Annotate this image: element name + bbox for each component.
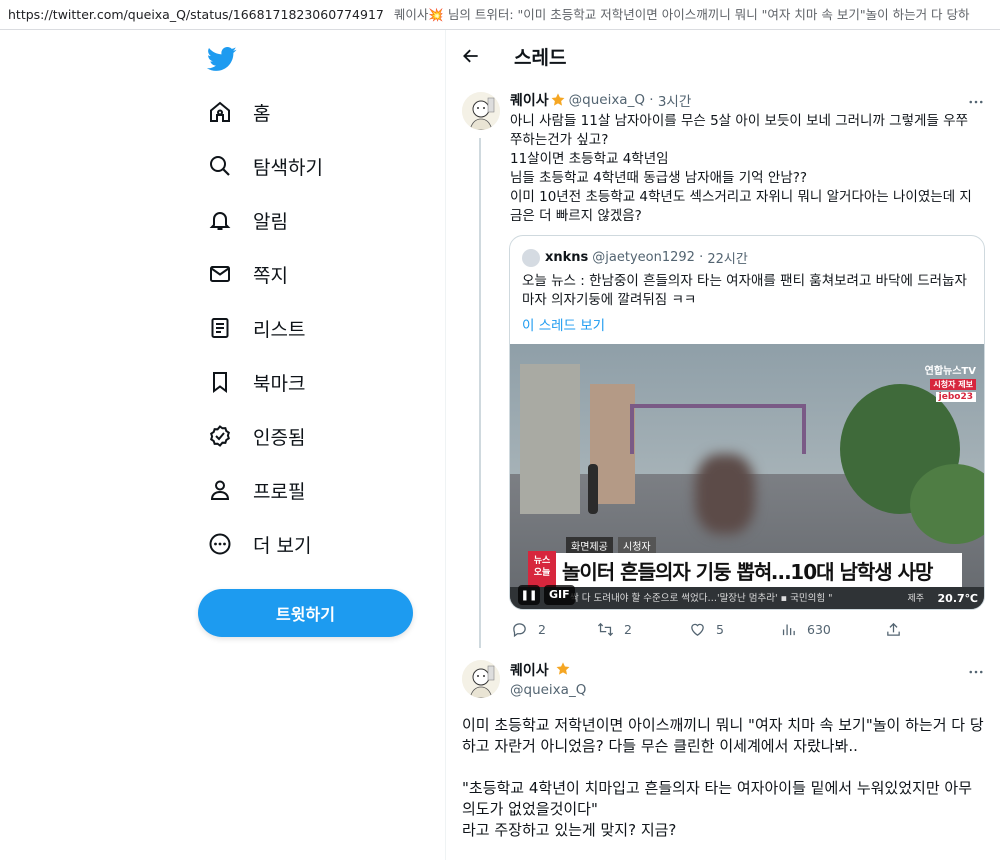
views-count: 630 bbox=[807, 621, 831, 637]
video-channel-sub: 시청자 제보 bbox=[930, 379, 976, 390]
tweet-text: 이미 초등학교 저학년이면 아이스깨끼니 뭐니 "여자 치마 속 보기"놀이 하… bbox=[462, 716, 984, 839]
video-channel-logo: 연합뉴스TV 시청자 제보 jebo23 bbox=[925, 362, 976, 402]
video-headline: 놀이터 흔들의자 기둥 뽑혀…10대 남학생 사망 bbox=[562, 559, 933, 584]
video-news-badge: 뉴스 오늘 bbox=[528, 551, 556, 587]
analytics-icon bbox=[779, 620, 797, 638]
sidebar-item-home[interactable]: 홈 bbox=[196, 89, 270, 135]
sidebar-item-messages[interactable]: 쪽지 bbox=[196, 251, 288, 297]
video-controls: ❚❚ GIF bbox=[518, 585, 575, 605]
sidebar-item-label: 인증됨 bbox=[253, 426, 306, 449]
gif-badge: GIF bbox=[544, 585, 575, 605]
sidebar-item-bookmarks[interactable]: 북마크 bbox=[196, 359, 305, 405]
video-weather-place: 제주 bbox=[907, 594, 924, 604]
more-options-icon[interactable] bbox=[966, 662, 986, 682]
sidebar-item-label: 북마크 bbox=[253, 372, 306, 395]
author-handle[interactable]: @queixa_Q bbox=[569, 92, 645, 108]
author-name[interactable]: 퀘이사 bbox=[510, 663, 549, 679]
sidebar-item-more[interactable]: 더 보기 bbox=[196, 521, 311, 567]
avatar[interactable] bbox=[462, 660, 500, 698]
show-thread-link[interactable]: 이 스레드 보기 bbox=[522, 314, 605, 334]
reply-icon bbox=[510, 620, 528, 638]
quoted-avatar bbox=[522, 248, 540, 267]
meta-separator: · bbox=[694, 250, 708, 265]
video-headline-banner: 놀이터 흔들의자 기둥 뽑혀…10대 남학생 사망 bbox=[532, 553, 962, 587]
quoted-tweet-time: 22시간 bbox=[707, 252, 748, 267]
heart-icon bbox=[688, 620, 706, 638]
page-title: 퀘이사💥 님의 트위터: "이미 초등학교 저학년이면 아이스깨끼니 뭐니 "여… bbox=[393, 7, 970, 22]
video-frame-swing bbox=[630, 404, 806, 454]
video-player[interactable]: 연합뉴스TV 시청자 제보 jebo23 화면제공 시청자 놀이터 흔들의자 기… bbox=[510, 344, 984, 609]
like-count: 5 bbox=[716, 621, 724, 637]
video-credit-label: 화면제공 bbox=[566, 537, 613, 554]
twitter-logo-icon[interactable] bbox=[206, 44, 237, 74]
list-icon bbox=[207, 315, 233, 341]
star-badge-icon bbox=[550, 92, 566, 108]
video-frame-building bbox=[520, 364, 580, 514]
sidebar-item-notifications[interactable]: 알림 bbox=[196, 197, 288, 243]
quoted-author-handle: @jaetyeon1292 bbox=[592, 250, 695, 265]
back-arrow-icon[interactable] bbox=[460, 45, 482, 67]
tweet-header: 퀘이사 @queixa_Q · 3시간 bbox=[510, 90, 691, 110]
mail-icon bbox=[207, 261, 233, 287]
quoted-tweet-header: xnkns @jaetyeon1292 · 22시간 bbox=[522, 248, 748, 267]
person-icon bbox=[207, 477, 233, 503]
tweet-actions: 2 2 5 630 bbox=[510, 620, 910, 642]
sidebar-item-label: 리스트 bbox=[253, 318, 306, 341]
avatar[interactable] bbox=[462, 92, 500, 130]
address-url[interactable]: https://twitter.com/queixa_Q/status/1668… bbox=[8, 7, 384, 22]
author-handle[interactable]: @queixa_Q bbox=[510, 682, 586, 698]
sidebar-item-profile[interactable]: 프로필 bbox=[196, 467, 305, 513]
header-title: 스레드 bbox=[514, 46, 567, 69]
retweet-icon bbox=[596, 620, 614, 638]
sidebar-item-explore[interactable]: 탐색하기 bbox=[196, 143, 323, 189]
browser-titlebar: https://twitter.com/queixa_Q/status/1668… bbox=[0, 0, 1000, 30]
video-weather-temp: 20.7℃ bbox=[937, 592, 978, 605]
sidebar-item-label: 더 보기 bbox=[253, 534, 312, 557]
more-options-icon[interactable] bbox=[966, 92, 986, 112]
sidebar-item-verified[interactable]: 인증됨 bbox=[196, 413, 305, 459]
reply-button[interactable]: 2 bbox=[510, 620, 546, 638]
thread-connector-line bbox=[479, 138, 481, 648]
verified-icon bbox=[207, 423, 233, 449]
video-credit-source: 시청자 bbox=[618, 537, 656, 554]
share-icon bbox=[884, 620, 902, 638]
search-icon bbox=[207, 153, 233, 179]
thread-header: 스레드 bbox=[446, 30, 1000, 82]
quoted-tweet[interactable]: xnkns @jaetyeon1292 · 22시간 오늘 뉴스 : 한남중이 … bbox=[509, 235, 985, 610]
retweet-count: 2 bbox=[624, 621, 632, 637]
sidebar-item-label: 쪽지 bbox=[253, 264, 288, 287]
quoted-tweet-text: 오늘 뉴스 : 한남중이 흔들의자 타는 여자애를 팬티 훔쳐보려고 바닥에 드… bbox=[522, 273, 967, 308]
views-button[interactable]: 630 bbox=[779, 620, 831, 638]
sidebar-item-label: 홈 bbox=[253, 102, 271, 125]
bookmark-icon bbox=[207, 369, 233, 395]
video-jebo-tag: jebo23 bbox=[935, 392, 976, 402]
sidebar-item-label: 프로필 bbox=[253, 480, 306, 503]
tweet-button[interactable]: 트윗하기 bbox=[198, 589, 413, 637]
home-icon bbox=[207, 99, 233, 125]
pause-icon[interactable]: ❚❚ bbox=[518, 585, 540, 605]
video-frame-blur bbox=[695, 454, 755, 534]
sidebar-item-lists[interactable]: 리스트 bbox=[196, 305, 305, 351]
sidebar-item-label: 탐색하기 bbox=[253, 156, 323, 179]
share-button[interactable] bbox=[884, 620, 912, 638]
thread-column: 스레드 퀘이사 @queixa_Q · 3시간 아니 사람들 11살 남자아이를… bbox=[445, 30, 1000, 860]
author-name[interactable]: 퀘이사 bbox=[510, 90, 549, 110]
star-badge-icon bbox=[555, 661, 571, 677]
like-button[interactable]: 5 bbox=[688, 620, 724, 638]
tweet-time[interactable]: 3시간 bbox=[658, 90, 691, 110]
sidebar-item-label: 알림 bbox=[253, 210, 288, 233]
retweet-button[interactable]: 2 bbox=[596, 620, 632, 638]
reply-count: 2 bbox=[538, 621, 546, 637]
bell-icon bbox=[207, 207, 233, 233]
video-channel-name: 연합뉴스TV bbox=[924, 366, 976, 377]
meta-separator: · bbox=[644, 92, 658, 108]
tweet-text: 아니 사람들 11살 남자아이를 무슨 5살 아이 보듯이 보네 그러니까 그렇… bbox=[510, 113, 972, 224]
video-frame-person bbox=[588, 464, 598, 514]
quoted-author-name: xnkns bbox=[545, 250, 589, 265]
sidebar: 홈 탐색하기 알림 쪽지 리스트 북마크 인증됨 프로필 더 보기 트윗하기 bbox=[0, 30, 446, 860]
tweet-header: 퀘이사 bbox=[510, 660, 574, 680]
more-circle-icon bbox=[207, 531, 233, 557]
